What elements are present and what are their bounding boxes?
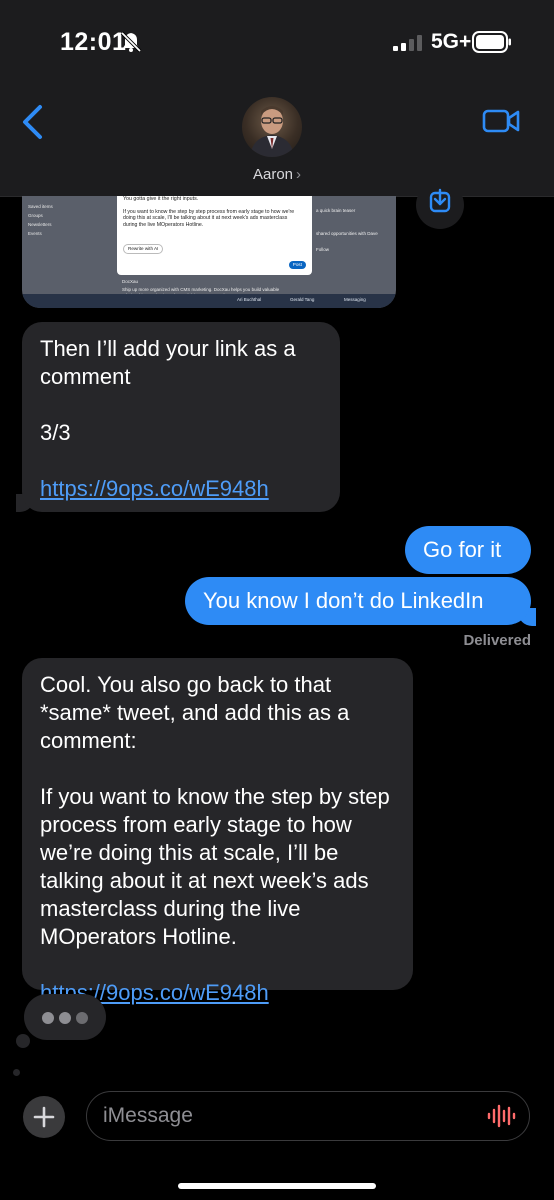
video-camera-icon[interactable] <box>482 108 520 134</box>
typing-dot <box>76 1012 88 1024</box>
message-text: Go for it <box>423 537 502 562</box>
add-attachment-button[interactable] <box>23 1096 65 1138</box>
attachment-side-item: Events <box>28 231 42 236</box>
outgoing-message-bubble[interactable]: Go for it <box>405 526 531 574</box>
network-type: 5G+ <box>431 30 472 53</box>
contact-name-label: Aaron <box>252 166 294 183</box>
attachment-right-line: a quick brain teaser <box>316 208 356 213</box>
typing-bubble-tail <box>13 1069 20 1076</box>
typing-indicator <box>24 994 106 1040</box>
attachment-side-item: Newsletters <box>28 222 52 227</box>
message-input-container <box>86 1091 530 1141</box>
save-download-button[interactable] <box>416 181 464 229</box>
status-bar: 12:01 5G+ <box>0 0 554 90</box>
plus-icon <box>33 1106 55 1128</box>
attachment-dialog-text: If you want to know the step by step pro… <box>123 209 295 228</box>
attachment-side-item: Saved items <box>28 204 53 209</box>
attachment-post-dialog: You gotta give it the right inputs. If y… <box>117 196 312 275</box>
attachment-bar-item: Gerald Tang <box>290 297 315 302</box>
typing-bubble-tail <box>16 1034 30 1048</box>
incoming-message-bubble[interactable]: Cool. You also go back to that *same* tw… <box>22 658 413 1005</box>
attachment-right-panel: a quick brain teaser shared opportunitie… <box>316 208 388 254</box>
message-text: You know I don’t do LinkedIn <box>203 588 484 613</box>
chevron-right-icon: › <box>296 166 302 183</box>
attachment-right-line: shared opportunities with Dave <box>316 230 378 236</box>
home-indicator[interactable] <box>178 1183 376 1189</box>
typing-dot <box>42 1012 54 1024</box>
attachment-follow: Follow <box>316 247 330 253</box>
delivered-status: Delivered <box>463 632 531 649</box>
message-link[interactable]: https://9ops.co/wE948h <box>40 476 269 501</box>
attachment-bottom-name: DocXau <box>122 279 139 284</box>
battery-icon <box>472 31 511 53</box>
bell-slash-icon <box>120 31 142 53</box>
incoming-message-bubble[interactable]: Then I’ll add your link as a comment 3/3… <box>22 322 340 512</box>
back-chevron-icon[interactable] <box>20 104 46 140</box>
signal-icon <box>393 35 422 51</box>
image-attachment[interactable]: Saved items Groups Newsletters Events Yo… <box>22 196 396 308</box>
attachment-post-pill: Post <box>288 260 306 269</box>
status-time: 12:01 <box>60 28 127 56</box>
avatar-photo <box>250 106 294 157</box>
attachment-messaging-bar: Ari Buchthal Gerald Tang Messaging <box>22 294 396 308</box>
attachment-bar-item: Ari Buchthal <box>237 297 262 302</box>
attachment-dialog-line: You gotta give it the right inputs. <box>123 196 199 202</box>
save-download-icon <box>429 188 451 213</box>
contact-avatar[interactable] <box>242 97 302 157</box>
message-input[interactable] <box>87 1092 467 1139</box>
message-text: Cool. You also go back to that *same* tw… <box>40 672 390 949</box>
audio-waveform-icon[interactable] <box>486 1104 516 1128</box>
attachment-sidebar: Saved items Groups Newsletters Events <box>28 202 110 238</box>
attachment-rewrite-pill: Rewrite with AI <box>123 244 164 255</box>
outgoing-message-bubble[interactable]: You know I don’t do LinkedIn <box>185 577 531 625</box>
attachment-bar-item: Messaging <box>344 297 366 302</box>
message-text: Then I’ll add your link as a comment 3/3 <box>40 336 296 445</box>
typing-dot <box>59 1012 71 1024</box>
contact-name[interactable]: Aaron › <box>0 166 554 183</box>
attachment-side-item: Groups <box>28 213 43 218</box>
